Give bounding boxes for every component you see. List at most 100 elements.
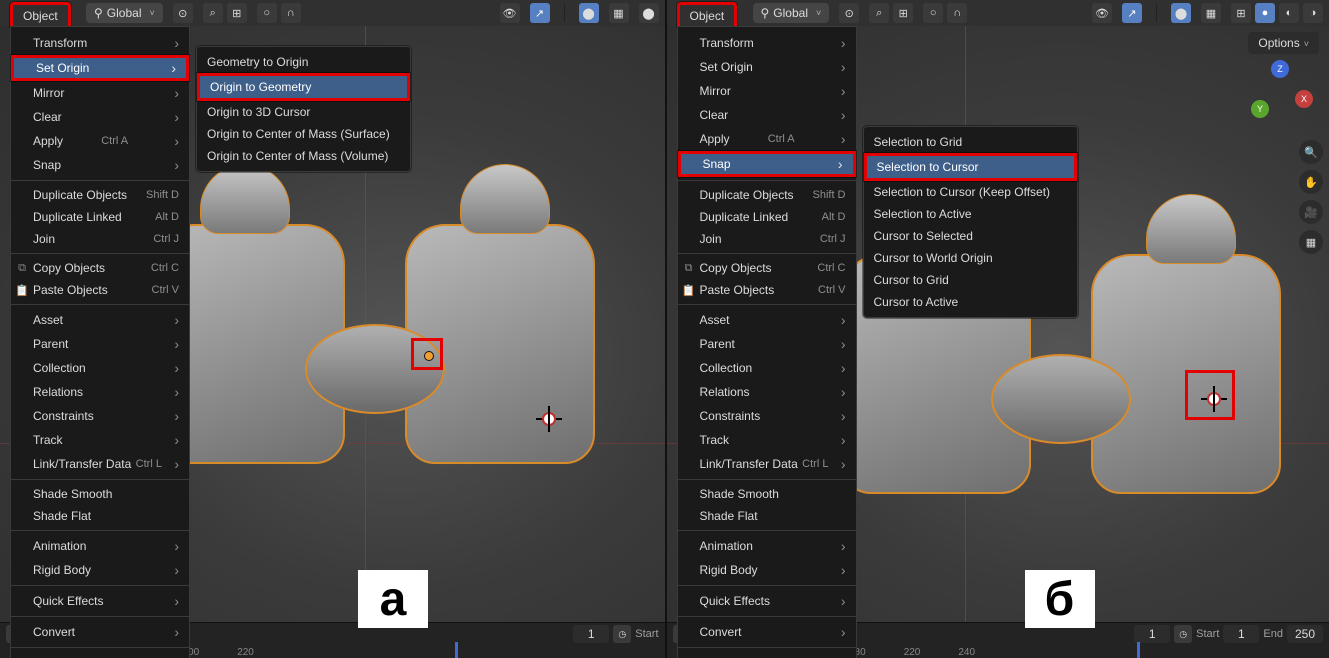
rendered-icon[interactable]: ◑: [1303, 3, 1323, 23]
matprev-icon[interactable]: ◐: [1279, 3, 1299, 23]
menu-item[interactable]: JoinCtrl J: [11, 228, 189, 250]
camera-icon[interactable]: 🎥: [1299, 200, 1323, 224]
timeline-playhead[interactable]: [1137, 642, 1140, 658]
gizmo-toggle[interactable]: ↗: [1122, 3, 1142, 23]
menu-item[interactable]: Set Origin: [678, 55, 856, 79]
menu-item[interactable]: Origin to Geometry: [197, 73, 410, 101]
proportional-edit-icon[interactable]: ○: [923, 3, 943, 23]
menu-item[interactable]: Track: [11, 428, 189, 452]
menu-item[interactable]: Relations: [11, 380, 189, 404]
menu-item[interactable]: Geometry to Origin: [197, 51, 410, 73]
snap-toggle[interactable]: ⌕: [869, 3, 889, 23]
menu-item[interactable]: Duplicate LinkedAlt D: [678, 206, 856, 228]
gizmo-x[interactable]: X: [1295, 90, 1313, 108]
menu-item[interactable]: Parent: [11, 332, 189, 356]
falloff-icon[interactable]: ∩: [281, 3, 301, 23]
snap-mode-icon[interactable]: ⊞: [893, 3, 913, 23]
menu-item[interactable]: Snap: [678, 151, 856, 177]
visibility-icon[interactable]: 👁: [1092, 3, 1112, 23]
menu-item[interactable]: Set Origin: [11, 55, 189, 81]
menu-item[interactable]: Transform: [678, 31, 856, 55]
overlay-toggle[interactable]: ⬤: [1171, 3, 1191, 23]
menu-item[interactable]: JoinCtrl J: [678, 228, 856, 250]
gizmo-y[interactable]: Y: [1251, 100, 1269, 118]
menu-item[interactable]: Origin to Center of Mass (Volume): [197, 145, 410, 167]
menu-item[interactable]: Asset: [678, 308, 856, 332]
menu-item[interactable]: Cursor to Active: [864, 291, 1077, 313]
menu-item[interactable]: 📋Paste ObjectsCtrl V: [11, 279, 189, 301]
snap-toggle[interactable]: ⌕: [203, 3, 223, 23]
xray-icon[interactable]: ▦: [609, 3, 629, 23]
menu-item[interactable]: Show/Hide: [11, 651, 189, 658]
wireframe-icon[interactable]: ⊞: [1231, 3, 1251, 23]
menu-item[interactable]: Mirror: [11, 81, 189, 105]
timeline-playhead[interactable]: [455, 642, 458, 658]
zoom-icon[interactable]: 🔍: [1299, 140, 1323, 164]
menu-item[interactable]: Shade Flat: [678, 505, 856, 527]
end-field[interactable]: 250: [1287, 625, 1323, 643]
menu-item[interactable]: Cursor to World Origin: [864, 247, 1077, 269]
menu-item[interactable]: Quick Effects: [678, 589, 856, 613]
clock-icon[interactable]: ◷: [613, 625, 631, 643]
gizmo-toggle[interactable]: ↗: [530, 3, 550, 23]
xray-icon[interactable]: ▦: [1201, 3, 1221, 23]
menu-item[interactable]: Transform: [11, 31, 189, 55]
pivot-icon[interactable]: ⊙: [173, 3, 193, 23]
menu-item[interactable]: Origin to 3D Cursor: [197, 101, 410, 123]
menu-item[interactable]: ApplyCtrl A: [678, 127, 856, 151]
menu-item[interactable]: Duplicate ObjectsShift D: [678, 184, 856, 206]
menu-item[interactable]: Collection: [11, 356, 189, 380]
menu-item[interactable]: Show/Hide: [678, 651, 856, 658]
menu-item[interactable]: Duplicate LinkedAlt D: [11, 206, 189, 228]
menu-item[interactable]: Shade Flat: [11, 505, 189, 527]
menu-item[interactable]: Selection to Cursor: [864, 153, 1077, 181]
menu-item[interactable]: Relations: [678, 380, 856, 404]
menu-item[interactable]: Selection to Active: [864, 203, 1077, 225]
menu-item[interactable]: Rigid Body: [11, 558, 189, 582]
menu-item[interactable]: Snap: [11, 153, 189, 177]
orientation-dropdown[interactable]: ⚲Global: [753, 3, 830, 23]
menu-item[interactable]: Cursor to Selected: [864, 225, 1077, 247]
menu-item[interactable]: 📋Paste ObjectsCtrl V: [678, 279, 856, 301]
menu-item[interactable]: ⧉Copy ObjectsCtrl C: [678, 257, 856, 279]
proportional-edit-icon[interactable]: ○: [257, 3, 277, 23]
perspective-icon[interactable]: ▦: [1299, 230, 1323, 254]
options-dropdown[interactable]: Options: [1248, 32, 1319, 54]
snap-mode-icon[interactable]: ⊞: [227, 3, 247, 23]
menu-item[interactable]: Constraints: [11, 404, 189, 428]
menu-item[interactable]: Asset: [11, 308, 189, 332]
menu-item[interactable]: Quick Effects: [11, 589, 189, 613]
menu-item[interactable]: Clear: [678, 103, 856, 127]
menu-item[interactable]: Link/Transfer DataCtrl L: [678, 452, 856, 476]
menu-item[interactable]: Mirror: [678, 79, 856, 103]
menu-item[interactable]: Cursor to Grid: [864, 269, 1077, 291]
orientation-dropdown[interactable]: ⚲Global: [86, 3, 163, 23]
menu-item[interactable]: Convert: [11, 620, 189, 644]
menu-item[interactable]: Shade Smooth: [11, 483, 189, 505]
pivot-icon[interactable]: ⊙: [839, 3, 859, 23]
menu-item[interactable]: ⧉Copy ObjectsCtrl C: [11, 257, 189, 279]
nav-gizmo[interactable]: Z Y X: [1251, 60, 1311, 120]
hand-icon[interactable]: ✋: [1299, 170, 1323, 194]
menu-item[interactable]: Collection: [678, 356, 856, 380]
shading-icon[interactable]: ⬤: [639, 3, 659, 23]
visibility-icon[interactable]: 👁: [500, 3, 520, 23]
menu-item[interactable]: Duplicate ObjectsShift D: [11, 184, 189, 206]
clock-icon[interactable]: ◷: [1174, 625, 1192, 643]
overlay-toggle[interactable]: ⬤: [579, 3, 599, 23]
menu-item[interactable]: Track: [678, 428, 856, 452]
menu-item[interactable]: Animation: [11, 534, 189, 558]
menu-item[interactable]: Rigid Body: [678, 558, 856, 582]
falloff-icon[interactable]: ∩: [947, 3, 967, 23]
solid-icon[interactable]: ●: [1255, 3, 1275, 23]
menu-item[interactable]: Animation: [678, 534, 856, 558]
menu-item[interactable]: Clear: [11, 105, 189, 129]
menu-item[interactable]: Parent: [678, 332, 856, 356]
frame-field[interactable]: 1: [1134, 625, 1170, 643]
menu-item[interactable]: Constraints: [678, 404, 856, 428]
menu-item[interactable]: Selection to Grid: [864, 131, 1077, 153]
menu-item[interactable]: Origin to Center of Mass (Surface): [197, 123, 410, 145]
frame-field[interactable]: 1: [573, 625, 609, 643]
menu-item[interactable]: Shade Smooth: [678, 483, 856, 505]
menu-item[interactable]: Link/Transfer DataCtrl L: [11, 452, 189, 476]
